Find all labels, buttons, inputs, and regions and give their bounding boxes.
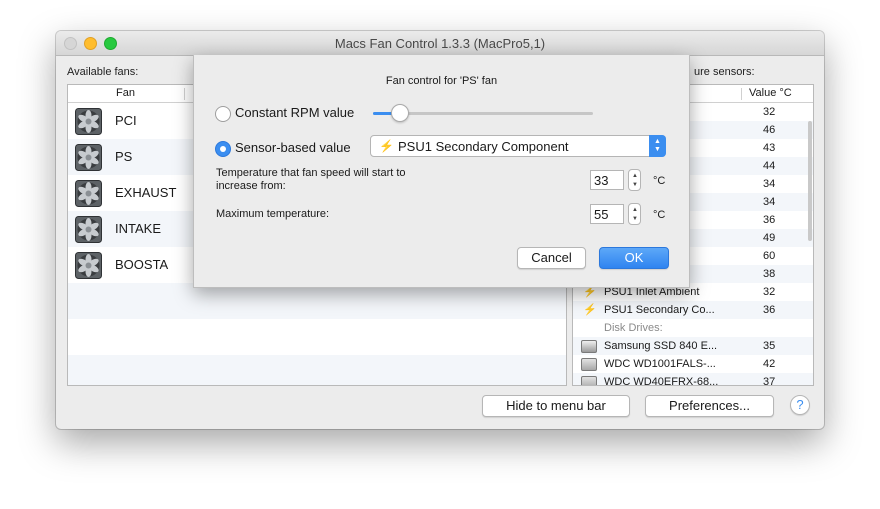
sensor-value: 34 — [763, 196, 776, 208]
sensor-value: 35 — [763, 340, 776, 352]
lightning-icon: ⚡ — [583, 304, 597, 316]
sensor-value: 46 — [763, 124, 776, 136]
start-temp-unit: °C — [653, 175, 666, 187]
sensor-value: 38 — [763, 268, 776, 280]
sensor-value: 49 — [763, 232, 776, 244]
sensor-value: 34 — [763, 178, 776, 190]
fan-name: PCI — [115, 113, 137, 128]
sensor-value: 44 — [763, 160, 776, 172]
fan-name: PS — [115, 149, 133, 164]
fan-name: BOOSTA — [115, 257, 169, 272]
fan-control-dialog: Fan control for 'PS' fan Constant RPM va… — [193, 55, 690, 288]
window-title: Macs Fan Control 1.3.3 (MacPro5,1) — [334, 36, 546, 51]
fan-icon — [75, 144, 102, 171]
fan-icon — [75, 180, 102, 207]
sensor-select-value: PSU1 Secondary Component — [398, 139, 569, 154]
max-temp-unit: °C — [653, 209, 666, 221]
hdd-icon — [581, 358, 597, 371]
sensor-value: 37 — [763, 376, 776, 386]
fan-icon — [75, 216, 102, 243]
empty-row — [68, 283, 566, 319]
rpm-slider-knob[interactable] — [391, 104, 410, 122]
fan-name: EXHAUST — [115, 185, 177, 200]
sensor-select[interactable]: ⚡ PSU1 Secondary Component ▲ ▼ — [370, 135, 666, 157]
constant-rpm-label: Constant RPM value — [235, 105, 355, 120]
ssd-icon — [581, 340, 597, 353]
ok-button[interactable]: OK — [599, 247, 669, 269]
sensor-name: Samsung SSD 840 E... — [604, 340, 718, 352]
sensor-row[interactable]: Samsung SSD 840 E... 35 — [573, 337, 813, 355]
start-temp-label: Temperature that fan speed will start to… — [216, 167, 406, 192]
sensor-value: 36 — [763, 304, 776, 316]
select-arrows-icon[interactable]: ▲ ▼ — [649, 135, 666, 157]
max-temp-stepper[interactable]: ▲ ▼ — [628, 203, 641, 225]
value-column-header[interactable]: Value °C — [749, 87, 792, 99]
sensor-value: 43 — [763, 142, 776, 154]
sensor-based-radio[interactable] — [215, 141, 231, 157]
lightning-icon: ⚡ — [379, 139, 394, 153]
empty-row — [68, 319, 566, 355]
fan-icon — [75, 108, 102, 135]
preferences-button[interactable]: Preferences... — [645, 395, 774, 417]
fan-name: INTAKE — [115, 221, 161, 236]
sensor-value: 42 — [763, 358, 776, 370]
sensor-row[interactable]: ⚡ PSU1 Secondary Co... 36 — [573, 301, 813, 319]
max-temp-label: Maximum temperature: — [216, 208, 330, 220]
scrollbar[interactable] — [808, 121, 812, 241]
sensor-value: 32 — [763, 286, 776, 298]
rpm-slider-track[interactable] — [373, 104, 593, 122]
hdd-icon — [581, 376, 597, 385]
max-temp-field[interactable]: 55 — [590, 204, 624, 224]
title-bar[interactable]: Macs Fan Control 1.3.3 (MacPro5,1) — [56, 31, 824, 56]
start-temp-stepper[interactable]: ▲ ▼ — [628, 169, 641, 191]
sensor-based-label: Sensor-based value — [235, 140, 351, 155]
fans-label: Available fans: — [67, 66, 139, 78]
sensors-label: ure sensors: — [694, 66, 755, 78]
start-temp-field[interactable]: 33 — [590, 170, 624, 190]
sensor-row[interactable]: WDC WD40EFRX-68... 37 — [573, 373, 813, 386]
fan-icon — [75, 252, 102, 279]
hide-to-menu-bar-button[interactable]: Hide to menu bar — [482, 395, 630, 417]
sensor-name: PSU1 Secondary Co... — [604, 304, 715, 316]
sensor-group-header: Disk Drives: — [573, 319, 813, 337]
fan-column-header[interactable]: Fan — [116, 87, 135, 99]
help-button[interactable]: ? — [790, 395, 810, 415]
sensor-name: Disk Drives: — [604, 322, 663, 334]
sensor-value: 60 — [763, 250, 776, 262]
dialog-title: Fan control for 'PS' fan — [385, 75, 498, 87]
empty-row — [68, 355, 566, 385]
sensor-row[interactable]: WDC WD1001FALS-... 42 — [573, 355, 813, 373]
sensor-name: WDC WD1001FALS-... — [604, 358, 716, 370]
cancel-button[interactable]: Cancel — [517, 247, 586, 269]
sensor-value: 36 — [763, 214, 776, 226]
sensor-name: WDC WD40EFRX-68... — [604, 376, 719, 386]
sensor-value: 32 — [763, 106, 776, 118]
constant-rpm-radio[interactable] — [215, 106, 231, 122]
